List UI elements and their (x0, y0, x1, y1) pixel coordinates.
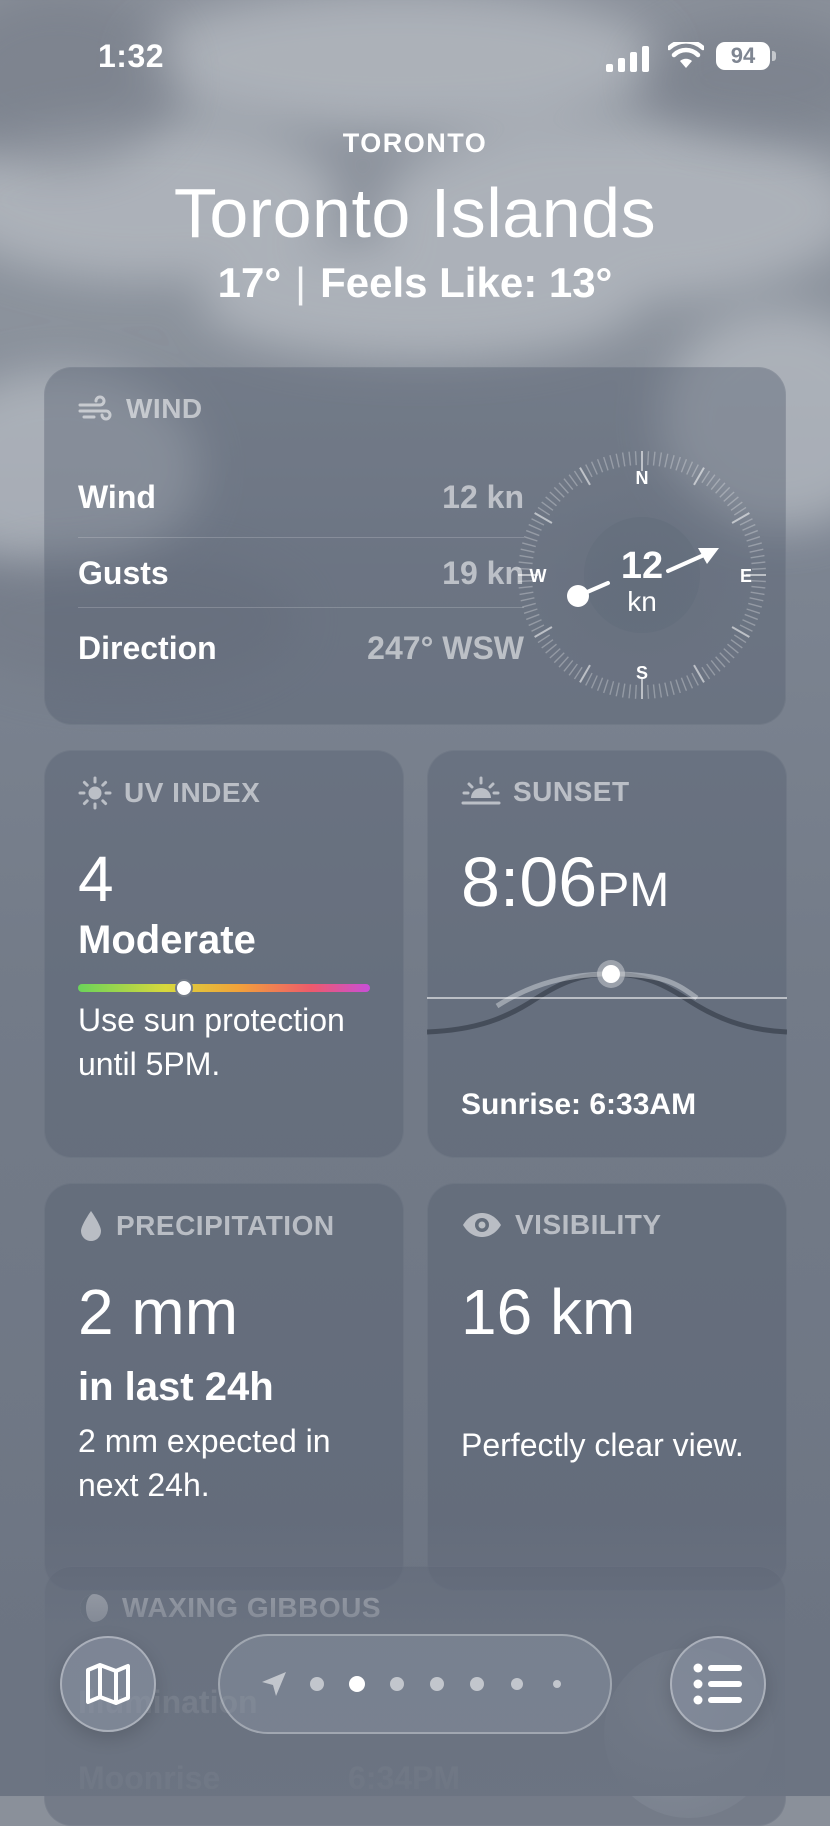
uv-scale-bar (78, 984, 370, 992)
precipitation-description: 2 mm expected in next 24h. (78, 1423, 331, 1503)
temp-separator: | (295, 259, 307, 306)
compass-tick (634, 451, 637, 466)
moonrise-label: Moonrise (78, 1760, 221, 1796)
wind-divider (78, 607, 524, 608)
city-list-button[interactable] (670, 1636, 766, 1732)
uv-scale-marker (175, 979, 194, 997)
sunset-title: SUNSET (513, 776, 630, 807)
visibility-description: Perfectly clear view. (461, 1427, 744, 1463)
sunset-card[interactable]: SUNSET 8:06PM Sunrise: 6:33AM (427, 750, 787, 1158)
page-indicator[interactable] (218, 1634, 612, 1734)
cellular-signal-icon (606, 46, 649, 72)
page-dot[interactable] (511, 1678, 523, 1690)
uv-title: UV INDEX (124, 777, 261, 808)
map-icon (86, 1663, 130, 1705)
visibility-value: 16 km (461, 1276, 636, 1348)
sunset-card-title: SUNSET (461, 776, 630, 808)
page-dot[interactable] (310, 1677, 324, 1691)
feels-like: Feels Like: 13° (320, 259, 613, 306)
compass-north: N (636, 468, 649, 488)
visibility-card-title: VISIBILITY (461, 1209, 662, 1241)
location-header: TORONTO Toronto Islands 17° | Feels Like: … (0, 128, 830, 307)
uv-description: Use sun protection until 5PM. (78, 1002, 345, 1082)
battery-indicator: 94 (716, 42, 770, 70)
uv-level: Moderate (78, 918, 256, 962)
wind-card[interactable]: WIND Wind 12 kn Gusts 19 kn Direction 24… (44, 367, 786, 725)
precipitation-card[interactable]: PRECIPITATION 2 mm in last 24h 2 mm expe… (44, 1183, 404, 1591)
page-dot[interactable] (470, 1677, 484, 1691)
wind-icon (78, 395, 112, 421)
uv-card-title: UV INDEX (78, 776, 260, 810)
moon-phase-icon (80, 1594, 108, 1622)
precipitation-period: in last 24h (78, 1365, 274, 1409)
wind-row-gusts: Gusts 19 kn (78, 535, 524, 609)
precipitation-title: PRECIPITATION (116, 1210, 335, 1241)
uv-index-card[interactable]: UV INDEX 4 Moderate Use sun protection u… (44, 750, 404, 1158)
compass-tick (751, 567, 766, 570)
wifi-icon (668, 42, 704, 68)
uv-value: 4 (78, 843, 114, 915)
wind-row-speed: Wind 12 kn (78, 459, 524, 533)
sun-path-graph (427, 960, 787, 1035)
wind-row-direction: Direction 247° WSW (78, 610, 524, 684)
visibility-card[interactable]: VISIBILITY 16 km Perfectly clear view. (427, 1183, 787, 1591)
battery-tip (772, 51, 776, 61)
page-dot[interactable] (349, 1676, 365, 1692)
wind-speed-label: Wind (78, 479, 156, 515)
moonrise-value: 6:34PM (348, 1760, 461, 1796)
eye-icon (463, 1213, 501, 1237)
compass-east: E (740, 566, 752, 586)
sunset-time: 8:06PM (461, 842, 669, 922)
precipitation-value: 2 mm (78, 1276, 238, 1348)
moon-row-moonrise: Moonrise 6:34PM (78, 1760, 460, 1797)
page-dot[interactable] (553, 1680, 561, 1688)
moon-card-title: WAXING GIBBOUS (78, 1592, 381, 1624)
sunset-ampm: PM (597, 864, 670, 917)
raindrop-icon (81, 1211, 101, 1241)
sunrise-time: Sunrise: 6:33AM (461, 1088, 697, 1121)
precipitation-card-title: PRECIPITATION (78, 1209, 335, 1243)
sun-icon (78, 776, 112, 810)
page-dot[interactable] (390, 1677, 404, 1691)
status-bar: 1:32 94 (0, 36, 830, 76)
page-dot[interactable] (430, 1677, 444, 1691)
wind-card-title: WIND (78, 393, 203, 425)
moon-title: WAXING GIBBOUS (122, 1592, 382, 1623)
wind-compass: N E S W 12 kn (516, 449, 768, 701)
compass-tick (751, 580, 766, 583)
sunset-time-value: 8:06 (461, 843, 598, 921)
visibility-title: VISIBILITY (515, 1209, 662, 1240)
map-button[interactable] (60, 1636, 156, 1732)
compass-west: W (530, 566, 547, 586)
compass-unit: kn (627, 586, 657, 617)
compass-tick (647, 684, 650, 699)
wind-title: WIND (126, 393, 203, 424)
direction-label: Direction (78, 630, 217, 666)
temperature-line: 17° | Feels Like: 13° (0, 259, 830, 307)
direction-value: 247° WSW (367, 630, 524, 666)
sunset-icon (461, 776, 501, 805)
gusts-label: Gusts (78, 555, 169, 591)
region-label: TORONTO (342, 128, 488, 158)
compass-tick (647, 451, 650, 466)
compass-speed: 12 (621, 545, 663, 587)
status-time: 1:32 (98, 38, 165, 74)
location-arrow-icon (262, 1672, 286, 1696)
location-name: Toronto Islands (173, 174, 657, 252)
compass-tick (634, 684, 637, 699)
compass-south: S (636, 663, 648, 683)
list-icon (693, 1663, 742, 1705)
current-temp: 17° (217, 259, 282, 306)
